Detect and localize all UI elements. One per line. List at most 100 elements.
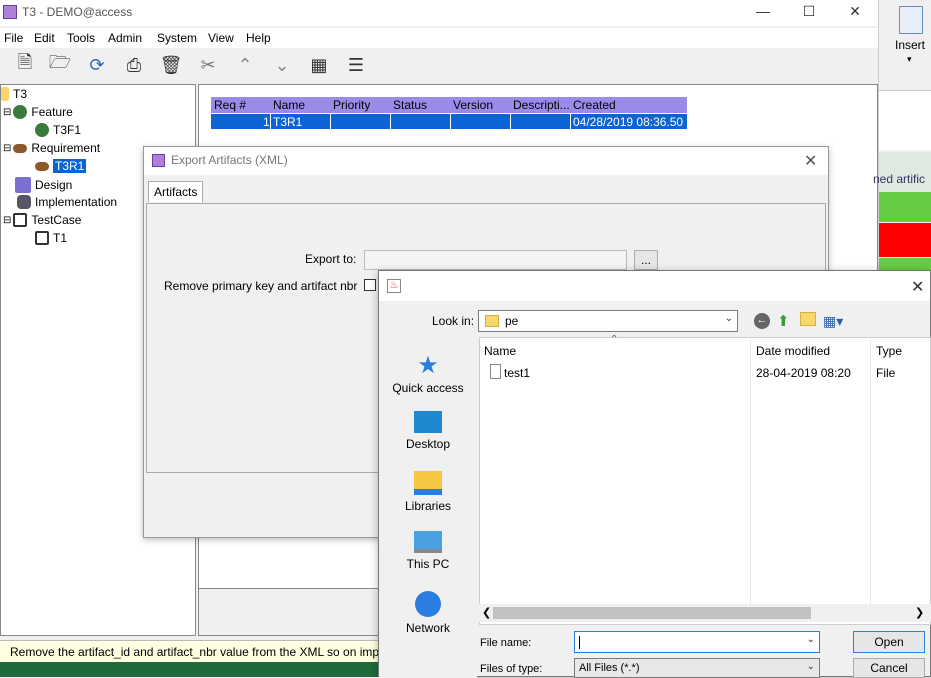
open-button[interactable]: Open (853, 631, 925, 653)
back-icon[interactable]: ← (754, 313, 770, 329)
chevron-down-icon: ⌄ (806, 661, 815, 672)
cell-created: 04/28/2019 08:36.50 (573, 115, 684, 129)
tree-item-t1[interactable]: T1 (35, 231, 67, 245)
remove-pk-label: Remove primary key and artifact nbr (164, 279, 358, 293)
place-libraries[interactable]: Libraries (379, 471, 477, 513)
col-version[interactable]: Version (453, 98, 493, 112)
menu-bar: File Edit Tools Admin System View Help (0, 28, 878, 48)
look-in-label: Look in: (432, 314, 475, 328)
tree-item-design[interactable]: Design (15, 177, 72, 193)
title-bar: T3 - DEMO@access — ☐ ✕ (0, 0, 878, 26)
menu-admin[interactable]: Admin (108, 31, 142, 45)
remove-pk-checkbox[interactable] (364, 279, 376, 291)
refresh-icon[interactable]: ⟳ (84, 52, 110, 78)
tree-item-t3f1[interactable]: T3F1 (35, 123, 81, 137)
place-quick-access[interactable]: ★ Quick access (379, 351, 477, 395)
requirement-icon (13, 143, 28, 153)
folder-icon (1, 87, 9, 101)
file-chooser-dialog: ♨ ✕ Look in: pe ⌄ ← ⬆ ▦▾ ★ Quick access … (378, 270, 931, 678)
list-item[interactable]: test1 28-04-2019 08:20 File (484, 364, 924, 382)
new-folder-icon[interactable] (800, 312, 816, 326)
open-folder-icon[interactable]: 🗁 (47, 52, 73, 78)
file-dialog-close-icon[interactable]: ✕ (911, 277, 924, 297)
view-menu-icon[interactable]: ▦▾ (823, 313, 843, 330)
col-priority[interactable]: Priority (333, 98, 370, 112)
menu-help[interactable]: Help (246, 31, 271, 45)
green-cell (879, 192, 931, 222)
print-icon[interactable]: ⎙ (121, 52, 147, 78)
new-document-icon[interactable]: 🗎 (12, 52, 38, 78)
columns-icon[interactable]: ▦ (306, 52, 332, 78)
down-arrow-icon[interactable]: ⌄ (269, 52, 295, 78)
menu-edit[interactable]: Edit (34, 31, 55, 45)
menu-view[interactable]: View (208, 31, 234, 45)
tree-item-implementation[interactable]: Implementation (17, 195, 117, 209)
col-header-type[interactable]: Type (876, 344, 902, 358)
tree-item-testcase[interactable]: ⊟ TestCase (3, 213, 81, 227)
tab-artifacts[interactable]: Artifacts (148, 181, 204, 202)
menu-tools[interactable]: Tools (67, 31, 95, 45)
globe-icon (13, 105, 28, 119)
cancel-button[interactable]: Cancel (853, 658, 925, 678)
tree-item-feature[interactable]: ⊟ Feature (3, 105, 73, 119)
col-status[interactable]: Status (393, 98, 427, 112)
collapse-icon[interactable]: ⊟ (3, 107, 11, 118)
place-this-pc[interactable]: This PC (379, 531, 477, 571)
insert-dropdown-icon[interactable]: ▾ (907, 54, 912, 65)
look-in-select[interactable]: pe ⌄ (478, 310, 738, 332)
libraries-icon (414, 471, 442, 495)
horizontal-scrollbar[interactable]: ❮ ❯ (479, 604, 931, 622)
status-text: Remove the artifact_id and artifact_nbr … (10, 645, 380, 659)
network-icon (415, 591, 441, 617)
col-description[interactable]: Descripti... (513, 98, 571, 112)
cut-icon[interactable]: ✂ (195, 52, 221, 78)
tree-item-requirement[interactable]: ⊟ Requirement (3, 141, 100, 155)
col-created[interactable]: Created (573, 98, 616, 112)
insert-label[interactable]: Insert (895, 38, 925, 52)
tree-item-t3r1[interactable]: T3R1 (35, 159, 87, 173)
export-to-input[interactable] (364, 250, 627, 270)
chevron-down-icon: ⌄ (724, 313, 733, 324)
scroll-left-icon[interactable]: ❮ (482, 606, 491, 619)
scroll-right-icon[interactable]: ❯ (915, 606, 924, 619)
globe-icon (35, 123, 49, 137)
export-dialog-close-icon[interactable]: ✕ (804, 151, 817, 171)
col-header-date[interactable]: Date modified (756, 344, 830, 358)
insert-icon[interactable] (899, 6, 923, 34)
place-desktop[interactable]: Desktop (379, 411, 477, 451)
browse-button[interactable]: ... (634, 250, 658, 270)
collapse-icon[interactable]: ⊟ (3, 143, 11, 154)
maximize-button[interactable]: ☐ (786, 0, 832, 24)
file-icon (490, 364, 501, 379)
java-icon: ♨ (387, 279, 401, 293)
file-name-label: File name: (480, 637, 532, 649)
cell-req: 1 (263, 115, 270, 129)
file-name-input[interactable]: ⌄ (574, 631, 820, 653)
close-button[interactable]: ✕ (832, 0, 878, 24)
col-name[interactable]: Name (273, 98, 305, 112)
panel-cut-text: ned artific (873, 172, 926, 186)
folder-icon (485, 315, 499, 327)
minimize-button[interactable]: — (740, 0, 786, 24)
scroll-icon[interactable]: ☰ (343, 52, 369, 78)
up-folder-icon[interactable]: ⬆ (777, 312, 790, 330)
col-header-name[interactable]: Name (484, 344, 516, 358)
delete-icon[interactable]: 🗑 (158, 52, 184, 78)
tree-root[interactable]: T3 (1, 87, 27, 101)
toolbar: 🗎 🗁 ⟳ ⎙ 🗑 ✂ ⌃ ⌄ ▦ ☰ (0, 48, 878, 84)
chevron-down-icon[interactable]: ⌄ (807, 634, 815, 645)
menu-system[interactable]: System (157, 31, 197, 45)
scrollbar-thumb[interactable] (493, 607, 811, 619)
collapse-icon[interactable]: ⊟ (3, 215, 11, 226)
star-icon: ★ (417, 352, 439, 379)
table-row[interactable]: 1 T3R1 04/28/2019 08:36.50 (211, 114, 687, 129)
file-type-select[interactable]: All Files (*.*) ⌄ (574, 658, 820, 678)
desktop-icon (414, 411, 442, 433)
up-arrow-icon[interactable]: ⌃ (232, 52, 258, 78)
file-type-label: Files of type: (480, 663, 543, 675)
col-req[interactable]: Req # (214, 98, 246, 112)
export-to-label: Export to: (305, 252, 357, 266)
menu-file[interactable]: File (4, 31, 23, 45)
app-icon (3, 5, 17, 19)
place-network[interactable]: Network (379, 591, 477, 635)
